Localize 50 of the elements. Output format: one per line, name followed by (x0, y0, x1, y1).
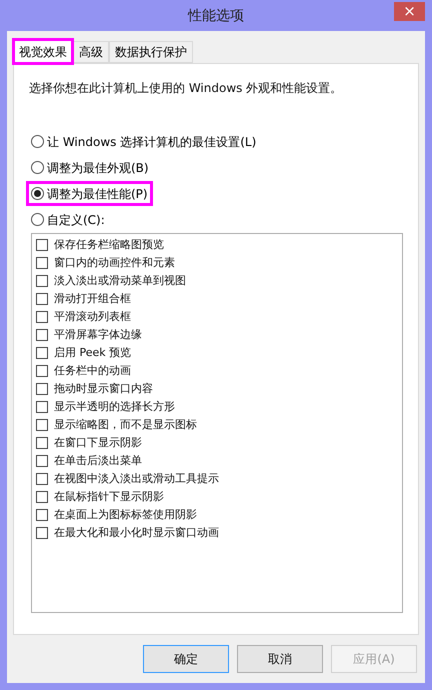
checkbox[interactable] (36, 455, 48, 467)
close-button[interactable]: × (394, 2, 425, 21)
radio-button[interactable] (31, 187, 44, 200)
checkbox[interactable] (36, 437, 48, 449)
effect-option[interactable]: 滑动打开组合框 (36, 290, 398, 308)
radio-option[interactable]: 让 Windows 选择计算机的最佳设置(L) (29, 132, 258, 151)
checkbox[interactable] (36, 239, 48, 251)
radio-button[interactable] (31, 135, 44, 148)
checkbox[interactable] (36, 419, 48, 431)
window-title: 性能选项 (188, 7, 244, 26)
description-text: 选择你想在此计算机上使用的 Windows 外观和性能设置。 (29, 80, 344, 97)
radio-option[interactable]: 调整为最佳外观(B) (29, 158, 151, 177)
checkbox[interactable] (36, 527, 48, 539)
effect-option[interactable]: 显示缩略图，而不是显示图标 (36, 416, 398, 434)
effect-option[interactable]: 拖动时显示窗口内容 (36, 380, 398, 398)
effect-option[interactable]: 任务栏中的动画 (36, 362, 398, 380)
checkbox[interactable] (36, 473, 48, 485)
effect-option[interactable]: 平滑屏幕字体边缘 (36, 326, 398, 344)
checkbox[interactable] (36, 329, 48, 341)
effect-option[interactable]: 淡入淡出或滑动菜单到视图 (36, 272, 398, 290)
effect-option[interactable]: 在鼠标指针下显示阴影 (36, 488, 398, 506)
tab[interactable]: 视觉效果 (13, 39, 73, 64)
checkbox[interactable] (36, 401, 48, 413)
effect-option[interactable]: 显示半透明的选择长方形 (36, 398, 398, 416)
checkbox[interactable] (36, 311, 48, 323)
radio-option[interactable]: 自定义(C): (29, 210, 107, 229)
checkbox[interactable] (36, 509, 48, 521)
checkbox[interactable] (36, 491, 48, 503)
radio-button[interactable] (31, 161, 44, 174)
effect-option[interactable]: 在最大化和最小化时显示窗口动画 (36, 524, 398, 542)
tab[interactable]: 数据执行保护 (109, 41, 193, 63)
tab[interactable]: 高级 (73, 41, 109, 63)
effect-option[interactable]: 在桌面上为图标标签使用阴影 (36, 506, 398, 524)
effect-option[interactable]: 在单击后淡出菜单 (36, 452, 398, 470)
checkbox[interactable] (36, 275, 48, 287)
dialog-button[interactable]: 取消 (237, 645, 323, 673)
checkbox[interactable] (36, 347, 48, 359)
effect-option[interactable]: 平滑滚动列表框 (36, 308, 398, 326)
effect-option[interactable]: 保存任务栏缩略图预览 (36, 236, 398, 254)
effect-option[interactable]: 在视图中淡入淡出或滑动工具提示 (36, 470, 398, 488)
checkbox[interactable] (36, 383, 48, 395)
effect-option[interactable]: 窗口内的动画控件和元素 (36, 254, 398, 272)
radio-option[interactable]: 调整为最佳性能(P) (29, 184, 150, 203)
effect-option[interactable]: 在窗口下显示阴影 (36, 434, 398, 452)
radio-button[interactable] (31, 213, 44, 226)
effect-option[interactable]: 启用 Peek 预览 (36, 344, 398, 362)
checkbox[interactable] (36, 257, 48, 269)
checkbox[interactable] (36, 365, 48, 377)
checkbox[interactable] (36, 293, 48, 305)
dialog-button[interactable]: 确定 (143, 645, 229, 673)
